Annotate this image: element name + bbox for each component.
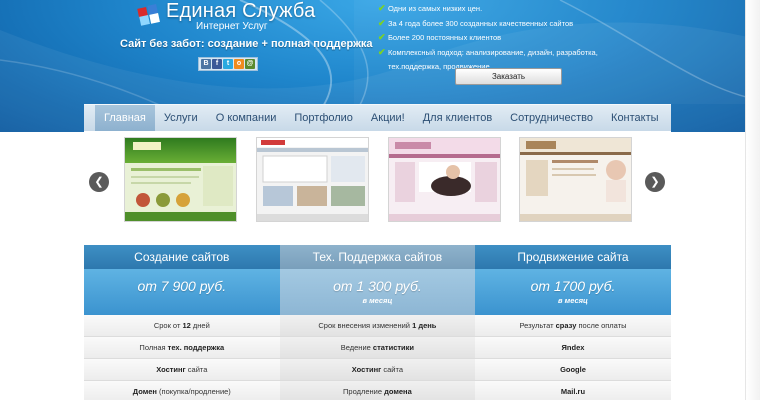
- pricing-row: Хостинг сайта: [279, 359, 476, 381]
- nav-item-cooperation[interactable]: Сотрудничество: [501, 105, 602, 132]
- check-icon: ✔: [378, 32, 386, 42]
- pricing-price-block: от 7 900 руб.: [84, 269, 280, 315]
- pricing-price-block: от 1 300 руб. в месяц: [279, 269, 476, 315]
- twitter-icon[interactable]: t: [223, 59, 233, 69]
- chevron-left-icon[interactable]: ❮: [89, 172, 109, 192]
- portfolio-thumbnail[interactable]: [388, 137, 501, 222]
- pricing-row: Полная тех. поддержка: [84, 337, 280, 359]
- check-icon: ✔: [378, 3, 386, 13]
- nav-item-for-clients[interactable]: Для клиентов: [414, 105, 501, 132]
- portfolio-thumbnail[interactable]: [124, 137, 237, 222]
- pricing-row: Яndex: [475, 337, 671, 359]
- pricing-column-title[interactable]: Тех. Поддержка сайтов: [279, 245, 476, 269]
- pricing-row: Срок от 12 дней: [84, 315, 280, 337]
- pricing-column-promotion: Продвижение сайта от 1700 руб. в месяц Р…: [475, 245, 671, 400]
- thumbnail-preview-image: [257, 138, 368, 221]
- pricing-row: Ведение статистики: [279, 337, 476, 359]
- nav-item-contacts[interactable]: Контакты: [602, 105, 668, 132]
- brand-title[interactable]: Единая Служба: [166, 0, 315, 23]
- nav-item-about[interactable]: О компании: [207, 105, 286, 132]
- pricing-column-title[interactable]: Продвижение сайта: [475, 245, 671, 269]
- pricing-row: Продление домена: [279, 381, 476, 400]
- pricing-row: Google: [475, 359, 671, 381]
- nav-item-home[interactable]: Главная: [95, 104, 155, 132]
- thumbnail-preview-image: [125, 142, 236, 221]
- pricing-row: Результат сразу после оплаты: [475, 315, 671, 337]
- chevron-right-icon[interactable]: ❯: [645, 172, 665, 192]
- brand-subtitle: Интернет Услуг: [196, 21, 268, 32]
- mail-icon[interactable]: @: [245, 59, 255, 69]
- nav-item-services[interactable]: Услуги: [155, 105, 207, 132]
- price-period: в месяц: [558, 296, 588, 305]
- feature-item: ✔ Комплексный подход: анализирование, диз…: [378, 46, 598, 57]
- pricing-row: Домен (покупка/продление): [84, 381, 280, 400]
- pricing-row: Хостинг сайта: [84, 359, 280, 381]
- company-logo-icon[interactable]: [136, 2, 162, 26]
- nav-item-portfolio[interactable]: Портфолио: [285, 105, 362, 132]
- brand-slogan: Сайт без забот: создание + полная поддер…: [120, 38, 373, 50]
- pricing-column-website-creation: Создание сайтов от 7 900 руб. Срок от 12…: [84, 245, 280, 400]
- vkontakte-icon[interactable]: B: [201, 59, 211, 69]
- price-label: от 1700 руб.: [530, 278, 616, 294]
- facebook-icon[interactable]: f: [212, 59, 222, 69]
- pricing-column-tech-support: Тех. Поддержка сайтов от 1 300 руб. в ме…: [279, 245, 476, 400]
- odnoklassniki-icon[interactable]: o: [234, 59, 244, 69]
- pricing-row: Mail.ru: [475, 381, 671, 400]
- check-icon: ✔: [378, 17, 386, 28]
- feature-item: ✔ Более 200 постоянных клиентов: [378, 32, 502, 42]
- window-scrollbar[interactable]: [745, 0, 760, 400]
- price-period: в месяц: [362, 296, 393, 305]
- pricing-price-block: от 1700 руб. в месяц: [475, 269, 671, 315]
- feature-item: ✔ За 4 года более 300 созданных качествен…: [378, 17, 574, 28]
- price-label: от 7 900 руб.: [137, 278, 227, 294]
- social-share-bar: B f t o @: [198, 57, 258, 71]
- pricing-column-title[interactable]: Создание сайтов: [84, 245, 280, 269]
- features-list: ✔ Одни из самых низких цен. ✔ За 4 года бо…: [378, 2, 598, 75]
- thumbnail-preview-image: [520, 138, 631, 221]
- feature-item: ✔ Одни из самых низких цен.: [378, 3, 483, 13]
- check-icon: ✔: [378, 46, 386, 57]
- pricing-table: Создание сайтов от 7 900 руб. Срок от 12…: [84, 245, 671, 400]
- pricing-row: Срок внесения изменений 1 день: [279, 315, 476, 337]
- order-button[interactable]: Заказать: [455, 68, 562, 85]
- main-nav: Главная Услуги О компании Портфолио Акци…: [84, 104, 671, 132]
- nav-item-promotions[interactable]: Акции!: [362, 105, 414, 132]
- portfolio-thumbnail[interactable]: [519, 137, 632, 222]
- price-label: от 1 300 руб.: [333, 278, 422, 294]
- thumbnail-preview-image: [389, 138, 500, 221]
- portfolio-thumbnail[interactable]: [256, 137, 369, 222]
